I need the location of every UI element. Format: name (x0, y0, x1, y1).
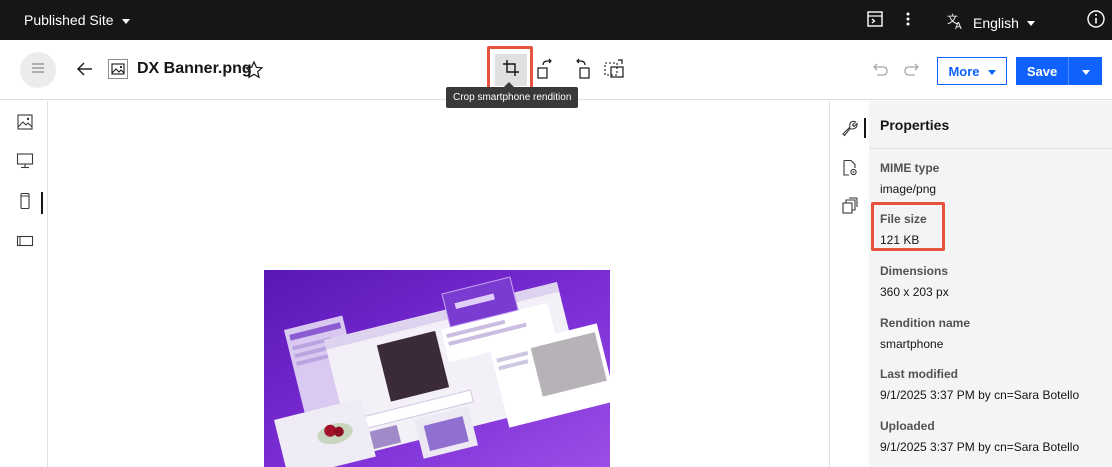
image-canvas (48, 101, 829, 467)
properties-title: Properties (880, 117, 950, 133)
site-selector[interactable]: Published Site (24, 12, 130, 28)
undo-icon[interactable] (871, 60, 889, 78)
divider (869, 148, 1112, 149)
translate-icon: 文A (947, 12, 965, 33)
property-rendition-name: Rendition name smartphone (880, 316, 970, 351)
property-mime-type: MIME type image/png (880, 161, 939, 196)
menu-button[interactable] (20, 52, 56, 88)
info-icon[interactable] (1086, 9, 1106, 34)
selected-panel-indicator (864, 118, 866, 138)
properties-rail (829, 101, 869, 467)
copy-icon[interactable] (841, 197, 859, 220)
smartphone-icon[interactable] (16, 192, 34, 215)
rotate-left-icon[interactable] (537, 58, 557, 80)
property-value: smartphone (880, 337, 944, 351)
star-icon[interactable] (244, 60, 264, 80)
image-rendition-icon[interactable] (16, 113, 34, 136)
redo-icon[interactable] (903, 60, 921, 78)
file-settings-icon[interactable] (841, 159, 859, 182)
save-button[interactable]: Save (1016, 57, 1102, 85)
site-label: Published Site (24, 12, 114, 28)
image-file-icon (108, 59, 128, 79)
svg-text:A: A (955, 21, 962, 30)
menu-icon (31, 61, 45, 79)
tablet-icon[interactable] (16, 232, 34, 255)
terminal-icon[interactable] (865, 9, 885, 34)
rotate-right-icon[interactable] (571, 58, 591, 80)
save-options-dropdown[interactable] (1068, 57, 1102, 85)
file-size-highlight (871, 202, 945, 251)
property-value: 360 x 203 px (880, 285, 949, 299)
property-value: 9/1/2025 3:37 PM by cn=Sara Botello (880, 440, 1080, 454)
property-label: Uploaded (880, 419, 935, 433)
selected-rendition-indicator (41, 192, 43, 214)
language-label: English (973, 14, 1019, 31)
chevron-down-icon (1026, 21, 1035, 26)
more-button[interactable]: More (937, 57, 1007, 85)
property-value: image/png (880, 182, 937, 196)
image-preview[interactable] (264, 270, 610, 467)
language-selector[interactable]: 文A English (947, 12, 1035, 33)
desktop-icon[interactable] (16, 152, 34, 175)
more-vertical-icon[interactable] (900, 9, 916, 34)
property-label: Dimensions (880, 264, 949, 278)
file-title: DX Banner.png (137, 60, 252, 77)
properties-panel: Properties MIME type image/png File size… (869, 101, 1112, 467)
more-label: More (948, 63, 980, 79)
save-label: Save (1026, 63, 1058, 79)
chevron-down-icon (987, 69, 996, 75)
rendition-rail (0, 101, 48, 467)
property-label: Rendition name (880, 316, 971, 330)
property-last-modified: Last modified 9/1/2025 3:37 PM by cn=Sar… (880, 367, 1079, 402)
property-label: Last modified (880, 367, 959, 381)
property-dimensions: Dimensions 360 x 203 px (880, 264, 949, 299)
chevron-down-icon (1081, 69, 1090, 75)
back-arrow-icon[interactable] (76, 60, 94, 78)
top-bar: Published Site 文A English (0, 0, 1112, 40)
property-value: 9/1/2025 3:37 PM by cn=Sara Botello (880, 388, 1080, 402)
property-label: MIME type (880, 161, 940, 175)
wrench-icon[interactable] (840, 119, 858, 142)
chevron-down-icon (121, 18, 130, 24)
property-uploaded: Uploaded 9/1/2025 3:37 PM by cn=Sara Bot… (880, 419, 1079, 454)
resize-icon[interactable] (603, 58, 625, 80)
crop-tooltip: Crop smartphone rendition (446, 82, 579, 108)
